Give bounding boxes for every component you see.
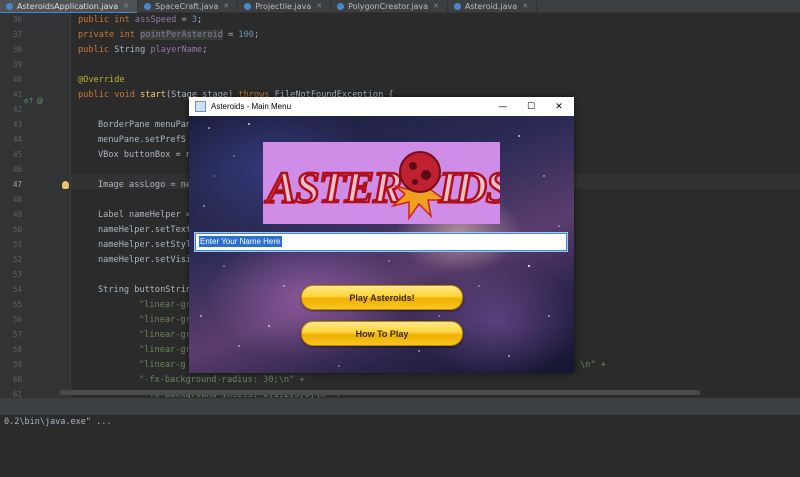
line-number: 39 <box>12 60 22 69</box>
how-to-play-button[interactable]: How To Play <box>301 321 463 346</box>
code-line: Label nameHelper = <box>98 210 192 220</box>
code-line: private int pointPerAsteroid = 100; <box>78 30 260 40</box>
line-number: 54 <box>12 285 22 294</box>
tab-asteroids-application[interactable]: AsteroidsApplication.java ✕ <box>0 0 139 14</box>
java-file-icon <box>453 2 461 10</box>
code-line: nameHelper.setStyl <box>98 240 192 250</box>
java-file-icon <box>144 2 152 10</box>
line-number: 38 <box>12 45 22 54</box>
logo-letters-right: IDS <box>438 163 500 212</box>
line-number: 43 <box>12 120 22 129</box>
window-title-bar[interactable]: Asteroids - Main Menu — ☐ ✕ <box>189 97 574 116</box>
player-name-selected-text: Enter Your Name Here <box>199 236 282 247</box>
horizontal-scrollbar[interactable] <box>60 390 700 395</box>
close-tab-icon[interactable]: ✕ <box>223 2 229 10</box>
code-line: String buttonStrin <box>98 285 192 295</box>
line-number: 42 <box>12 105 22 114</box>
close-button[interactable]: ✕ <box>545 97 573 116</box>
line-number: 47 <box>12 180 22 189</box>
code-line: menuPane.setPrefS <box>98 135 186 145</box>
code-line: "linear-gr <box>139 315 191 325</box>
close-tab-icon[interactable]: ✕ <box>433 2 439 10</box>
java-app-icon <box>195 101 206 112</box>
code-line: BorderPane menuPan <box>98 120 192 130</box>
code-line: "-fx-background-radius: 30;\n" + <box>139 375 305 385</box>
close-tab-icon[interactable]: ✕ <box>123 2 129 10</box>
close-tab-icon[interactable]: ✕ <box>316 2 322 10</box>
line-number: 46 <box>12 165 22 174</box>
close-tab-icon[interactable]: ✕ <box>522 2 528 10</box>
window-title: Asteroids - Main Menu <box>211 102 292 111</box>
line-number-gutter: 36 37 38 39 40 41 42 43 44 45 46 47 48 4… <box>0 13 71 399</box>
line-number: 45 <box>12 150 22 159</box>
code-line: public int assSpeed = 3; <box>78 15 203 25</box>
line-number: 44 <box>12 135 22 144</box>
code-line: @Override <box>78 75 125 85</box>
line-number: 36 <box>12 15 22 24</box>
line-number: 58 <box>12 345 22 354</box>
run-panel-header <box>0 399 800 415</box>
code-line: "linear-g <box>139 360 186 370</box>
logo-letters-left: ASTER <box>264 163 401 212</box>
line-number: 41 <box>12 90 22 99</box>
java-file-icon <box>337 2 345 10</box>
line-number: 56 <box>12 315 22 324</box>
line-number: 52 <box>12 255 22 264</box>
tab-polygon-creator[interactable]: PolygonCreator.java ✕ <box>331 0 448 12</box>
lightbulb-icon[interactable] <box>62 181 69 189</box>
run-console-panel: 0.2\bin\java.exe" ... <box>0 398 800 477</box>
code-line: public String playerName; <box>78 45 208 55</box>
maximize-button[interactable]: ☐ <box>517 97 545 116</box>
code-line-tail: \n" + <box>580 360 606 370</box>
line-number: 55 <box>12 300 22 309</box>
play-asteroids-button[interactable]: Play Asteroids! <box>301 285 463 310</box>
code-line: nameHelper.setVisi <box>98 255 192 265</box>
tab-asteroid[interactable]: Asteroid.java ✕ <box>448 0 538 12</box>
asteroids-window: Asteroids - Main Menu — ☐ ✕ ASTER ID Ent… <box>189 97 574 373</box>
line-number: 51 <box>12 240 22 249</box>
line-number: 50 <box>12 225 22 234</box>
code-line: "linear-gr <box>139 345 191 355</box>
asteroids-logo: ASTER IDS <box>263 142 500 224</box>
line-number: 49 <box>12 210 22 219</box>
line-number: 57 <box>12 330 22 339</box>
line-number: 37 <box>12 30 22 39</box>
asteroid-icon <box>399 151 441 193</box>
code-line: Image assLogo = ne <box>98 180 192 190</box>
tab-spacecraft[interactable]: SpaceCraft.java ✕ <box>138 0 239 12</box>
line-number: 40 <box>12 75 22 84</box>
minimize-button[interactable]: — <box>489 97 517 116</box>
editor-tab-bar: AsteroidsApplication.java ✕ SpaceCraft.ja… <box>0 0 800 14</box>
line-number: 48 <box>12 195 22 204</box>
code-line: nameHelper.setText <box>98 225 192 235</box>
run-output-line: 0.2\bin\java.exe" ... <box>4 417 112 427</box>
code-line: "linear-gr <box>139 330 191 340</box>
java-file-icon <box>244 2 252 10</box>
override-marker-icon[interactable]: o↑ @ <box>24 97 43 105</box>
logo-art: ASTER IDS <box>263 151 500 221</box>
line-number: 60 <box>12 375 22 384</box>
line-number: 53 <box>12 270 22 279</box>
galaxy-background: ASTER IDS Enter Your Name Here Play Aste… <box>189 116 574 373</box>
java-file-icon <box>6 2 13 10</box>
tab-projectile[interactable]: Projectile.java ✕ <box>238 0 332 12</box>
player-name-input[interactable]: Enter Your Name Here <box>195 233 567 251</box>
code-line: VBox buttonBox = n <box>98 150 192 160</box>
code-line: "linear-gr <box>139 300 191 310</box>
line-number: 59 <box>12 360 22 369</box>
